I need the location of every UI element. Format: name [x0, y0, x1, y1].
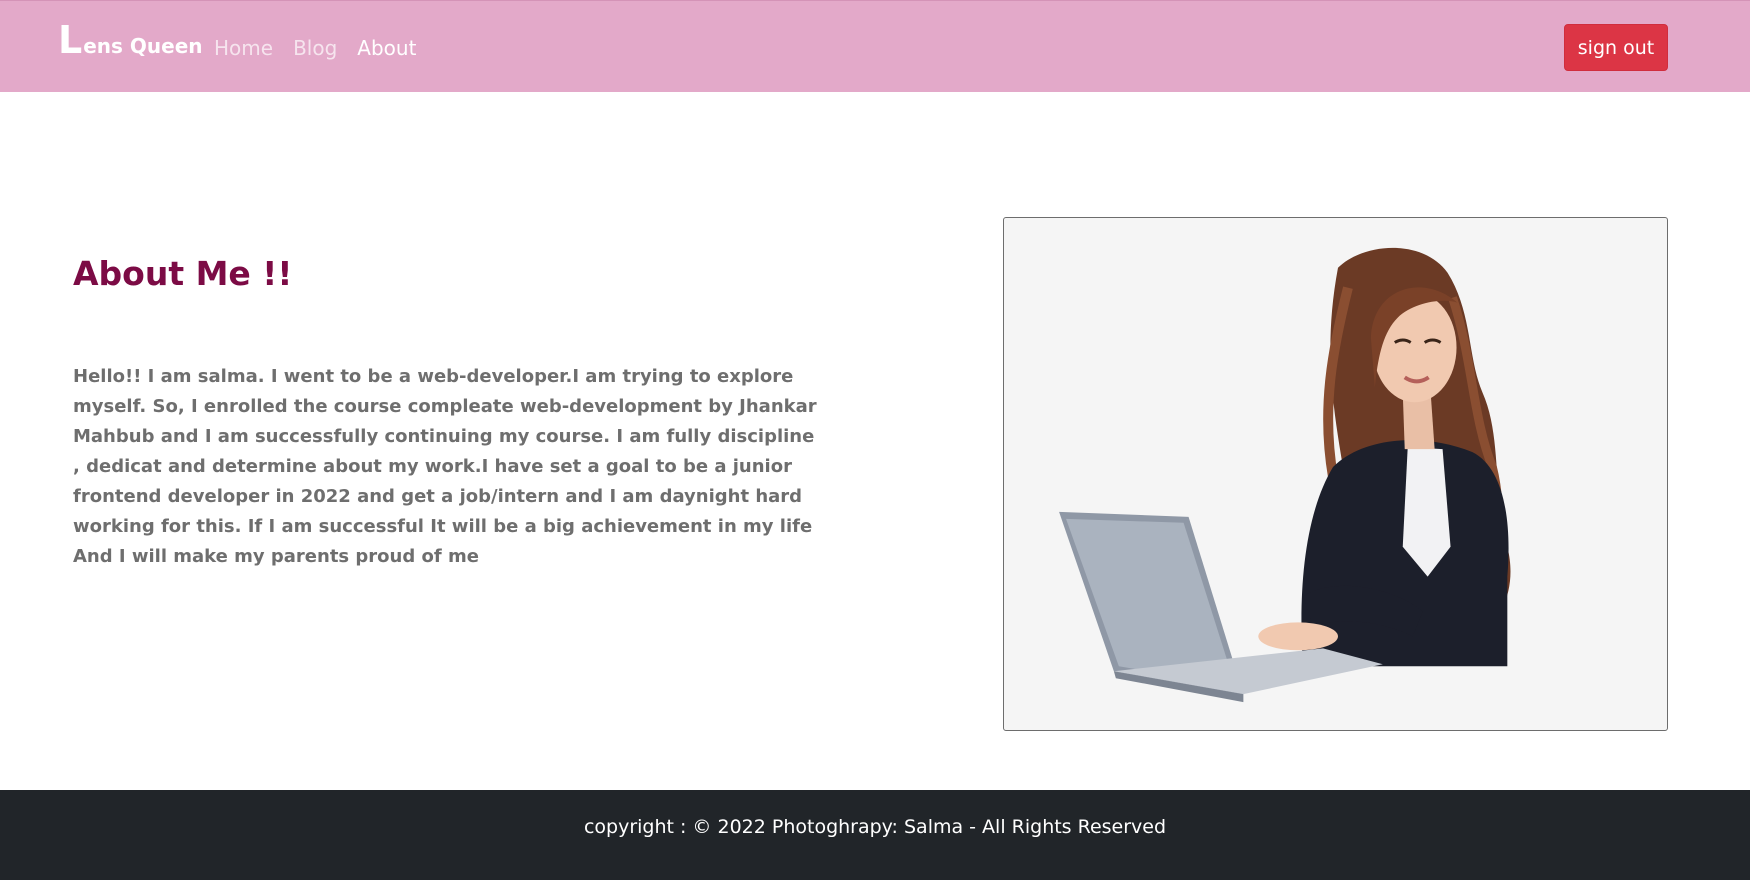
nav-link-about[interactable]: About: [357, 35, 416, 61]
brand-initial: L: [58, 18, 83, 62]
nav-link-blog[interactable]: Blog: [293, 35, 337, 61]
about-title: About Me !!: [73, 254, 293, 293]
footer: copyright : © 2022 Photoghrapy: Salma - …: [0, 790, 1750, 880]
brand-name: ens Queen: [83, 34, 203, 58]
nav-link-home[interactable]: Home: [214, 35, 273, 61]
navbar: L ens Queen Home Blog About sign out: [0, 0, 1750, 92]
nav-links: Home Blog About: [214, 35, 436, 61]
brand-logo[interactable]: L ens Queen: [58, 21, 203, 59]
copyright-text: copyright : © 2022 Photoghrapy: Salma - …: [583, 816, 1167, 838]
about-text: Hello!! I am salma. I went to be a web-d…: [73, 366, 817, 567]
sign-out-button[interactable]: sign out: [1564, 24, 1668, 71]
woman-with-laptop-illustration: [1059, 247, 1511, 703]
profile-photo: [1003, 217, 1668, 731]
